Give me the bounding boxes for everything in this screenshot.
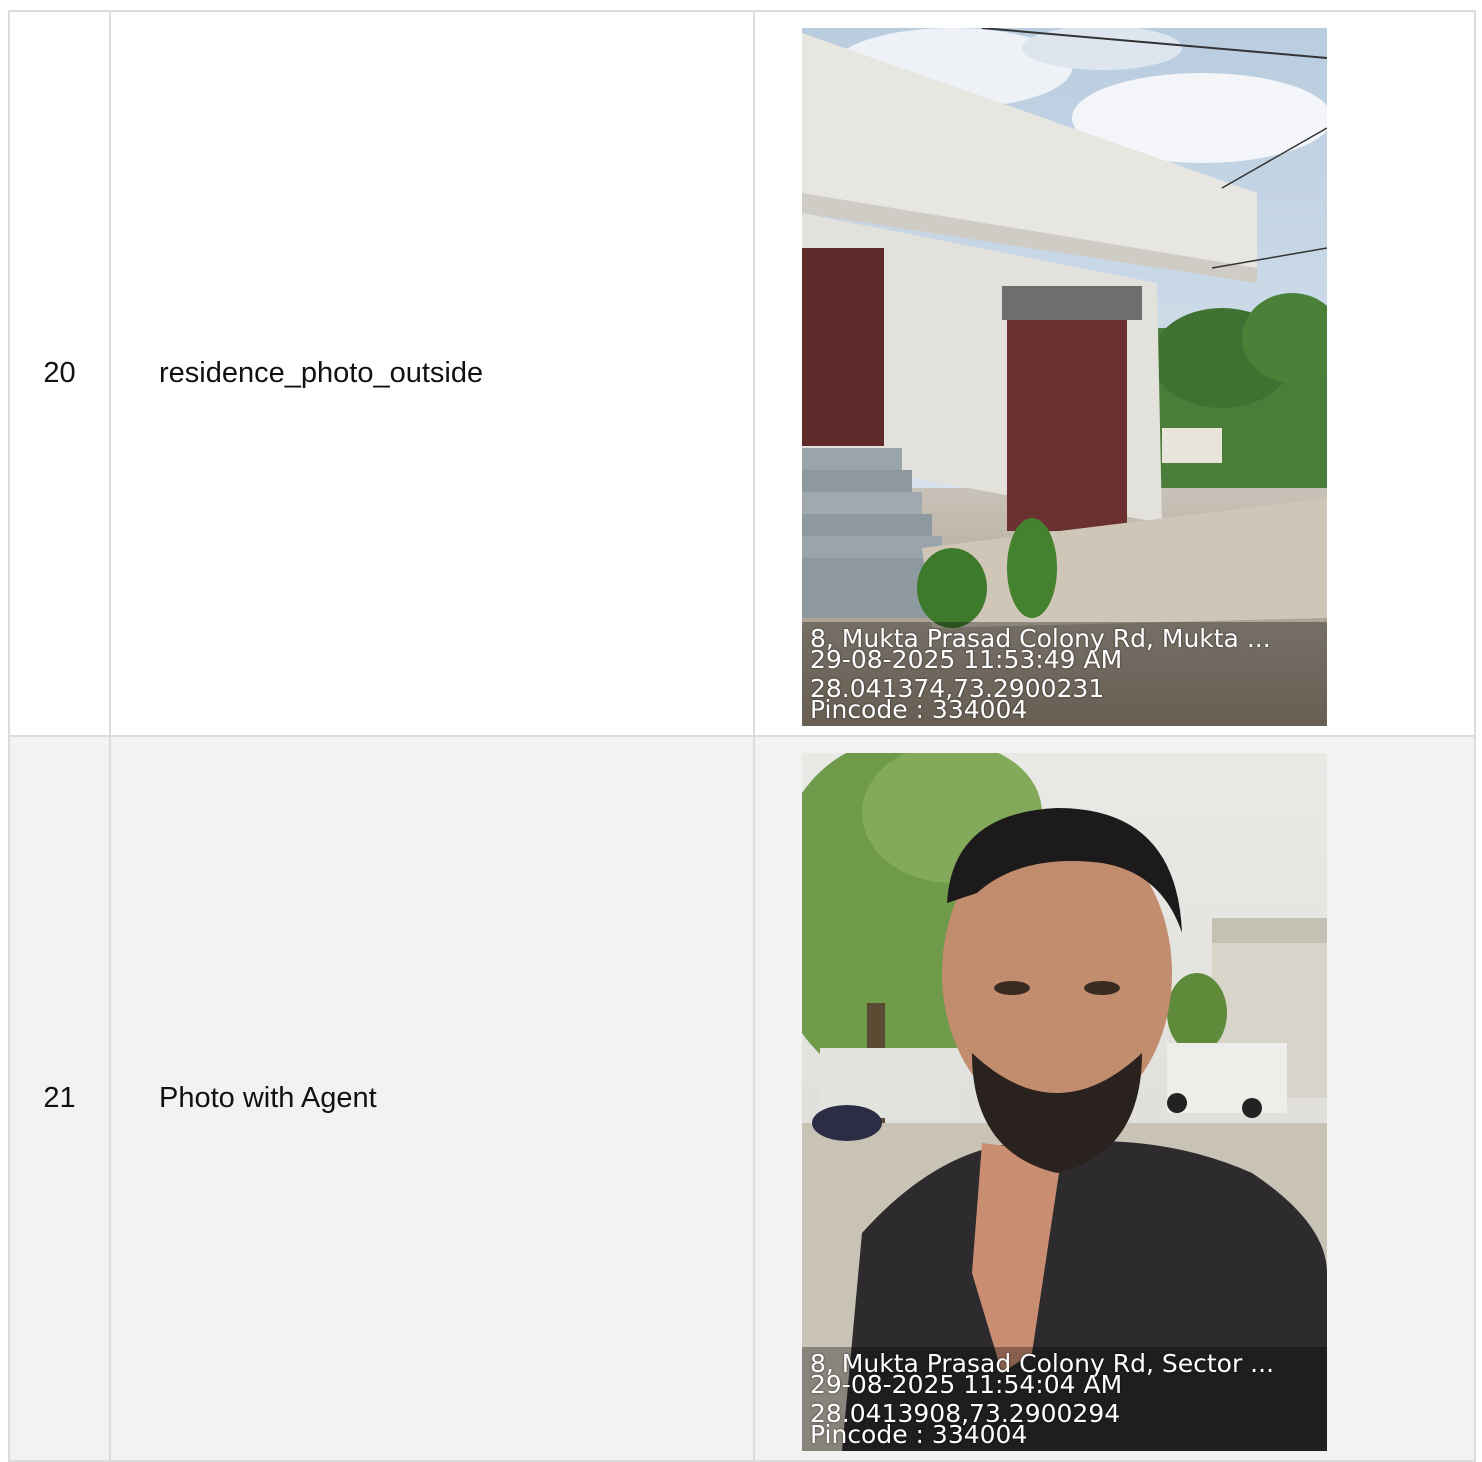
photo-stamp: 8, Mukta Prasad Colony Rd, Mukta ... 29-… <box>802 622 1327 726</box>
photo-cell: 8, Mukta Prasad Colony Rd, Sector ... 29… <box>753 735 1476 1462</box>
photo-stamp: 8, Mukta Prasad Colony Rd, Sector ... 29… <box>802 1347 1327 1451</box>
stamp-datetime: 29-08-2025 11:53:49 AM <box>810 645 1123 674</box>
stamp-pincode: Pincode : 334004 <box>810 695 1028 724</box>
stamp-datetime: 29-08-2025 11:54:04 AM <box>810 1370 1123 1399</box>
agent-photo[interactable]: 8, Mukta Prasad Colony Rd, Sector ... 29… <box>802 753 1327 1451</box>
photo-cell: 8, Mukta Prasad Colony Rd, Mukta ... 29-… <box>753 10 1476 737</box>
photo-table: 20 residence_photo_outside 8, Mukta Pras… <box>8 10 1476 1462</box>
table-row: 21 Photo with Agent 8, Mukta Prasad Colo… <box>8 735 1476 1462</box>
row-label: residence_photo_outside <box>109 10 755 737</box>
stamp-pincode: Pincode : 334004 <box>810 1420 1028 1449</box>
row-number: 20 <box>8 10 111 737</box>
residence-photo[interactable]: 8, Mukta Prasad Colony Rd, Mukta ... 29-… <box>802 28 1327 726</box>
table-row: 20 residence_photo_outside 8, Mukta Pras… <box>8 10 1476 737</box>
row-number: 21 <box>8 735 111 1462</box>
row-label: Photo with Agent <box>109 735 755 1462</box>
